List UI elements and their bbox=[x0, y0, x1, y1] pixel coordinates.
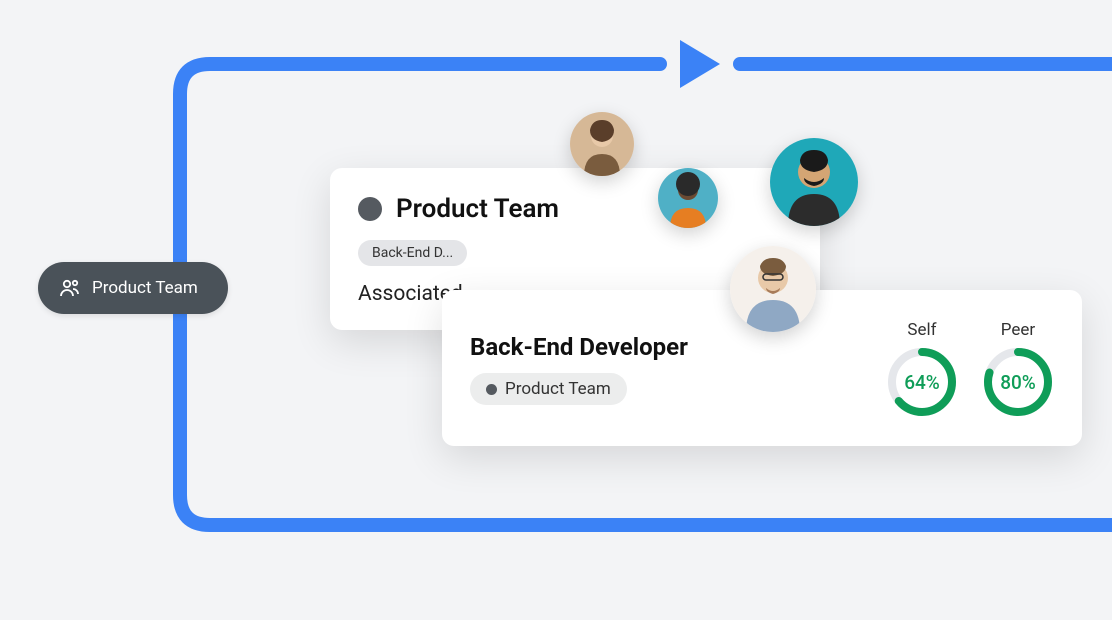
avatar bbox=[730, 246, 816, 332]
team-dot-icon bbox=[486, 384, 497, 395]
metric-self: Self 64% bbox=[886, 320, 958, 418]
metric-self-label: Self bbox=[907, 320, 936, 340]
metric-self-value: 64% bbox=[886, 346, 958, 418]
metric-peer: Peer 80% bbox=[982, 320, 1054, 418]
team-pill[interactable]: Product Team bbox=[38, 262, 228, 314]
metric-peer-label: Peer bbox=[1001, 320, 1035, 340]
users-icon bbox=[58, 276, 82, 300]
role-card-team-chip[interactable]: Product Team bbox=[470, 373, 627, 405]
metric-peer-value: 80% bbox=[982, 346, 1054, 418]
team-card-role-chip[interactable]: Back-End D... bbox=[358, 240, 467, 266]
avatar bbox=[658, 168, 718, 228]
team-pill-label: Product Team bbox=[92, 278, 198, 298]
team-card-title: Product Team bbox=[396, 194, 559, 224]
team-card-role-chip-label: Back-End D... bbox=[372, 245, 453, 261]
role-card-team-label: Product Team bbox=[505, 379, 611, 399]
avatar bbox=[770, 138, 858, 226]
avatar bbox=[570, 112, 634, 176]
team-dot-icon bbox=[358, 197, 382, 221]
metric-self-ring: 64% bbox=[886, 346, 958, 418]
role-card-title: Back-End Developer bbox=[470, 333, 688, 361]
metric-peer-ring: 80% bbox=[982, 346, 1054, 418]
